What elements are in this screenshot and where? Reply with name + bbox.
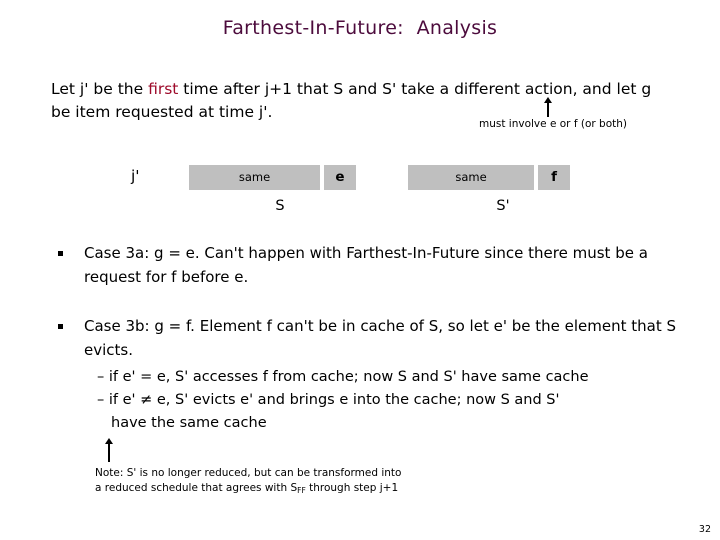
arrow-shaft <box>547 101 549 117</box>
schedule-s-name: S <box>275 198 285 214</box>
bullet-case-3a-text: Case 3a: g = e. Can't happen with Farthe… <box>84 244 648 286</box>
note-up-arrow-icon <box>104 438 114 462</box>
intro-text-part1: Let j' be the <box>51 80 149 98</box>
up-arrow-icon <box>543 97 553 117</box>
schedule-sp-name: S' <box>496 198 510 214</box>
sub-bullet-e-prime-equals-e: – if e' = e, S' accesses f from cache; n… <box>97 369 589 385</box>
bullet-case-3b: Case 3b: g = f. Element f can't be in ca… <box>58 314 688 362</box>
footnote-line2-after: through step j+1 <box>305 482 399 494</box>
schedule-s-action-block: e <box>324 165 356 190</box>
footnote-line1: Note: S' is no longer reduced, but can b… <box>95 467 402 479</box>
footnote-subscript: FF <box>297 486 306 495</box>
time-label-j-prime: j' <box>131 167 140 185</box>
footnote: Note: S' is no longer reduced, but can b… <box>95 466 555 496</box>
schedule-sp-same-block: same <box>408 165 534 190</box>
intro-highlight-first: first <box>148 80 179 98</box>
page-title: Farthest-In-Future: Analysis <box>222 17 498 39</box>
slide-canvas: Farthest-In-Future: Analysis Let j' be t… <box>0 0 720 540</box>
square-bullet-icon <box>58 324 63 329</box>
square-bullet-icon <box>58 251 63 256</box>
page-number: 32 <box>698 524 711 535</box>
sub-bullet-e-prime-not-equals-e: – if e' ≠ e, S' evicts e' and brings e i… <box>97 392 560 408</box>
arrow-shaft <box>108 442 110 462</box>
annotation-caption: must involve e or f (or both) <box>479 118 627 130</box>
sub-bullet-continuation: have the same cache <box>111 415 267 431</box>
bullet-case-3a: Case 3a: g = e. Can't happen with Farthe… <box>58 241 688 289</box>
schedule-s-same-block: same <box>189 165 320 190</box>
footnote-line2-before: a reduced schedule that agrees with S <box>95 482 298 494</box>
bullet-case-3b-text: Case 3b: g = f. Element f can't be in ca… <box>84 317 676 359</box>
schedule-sp-action-block: f <box>538 165 570 190</box>
